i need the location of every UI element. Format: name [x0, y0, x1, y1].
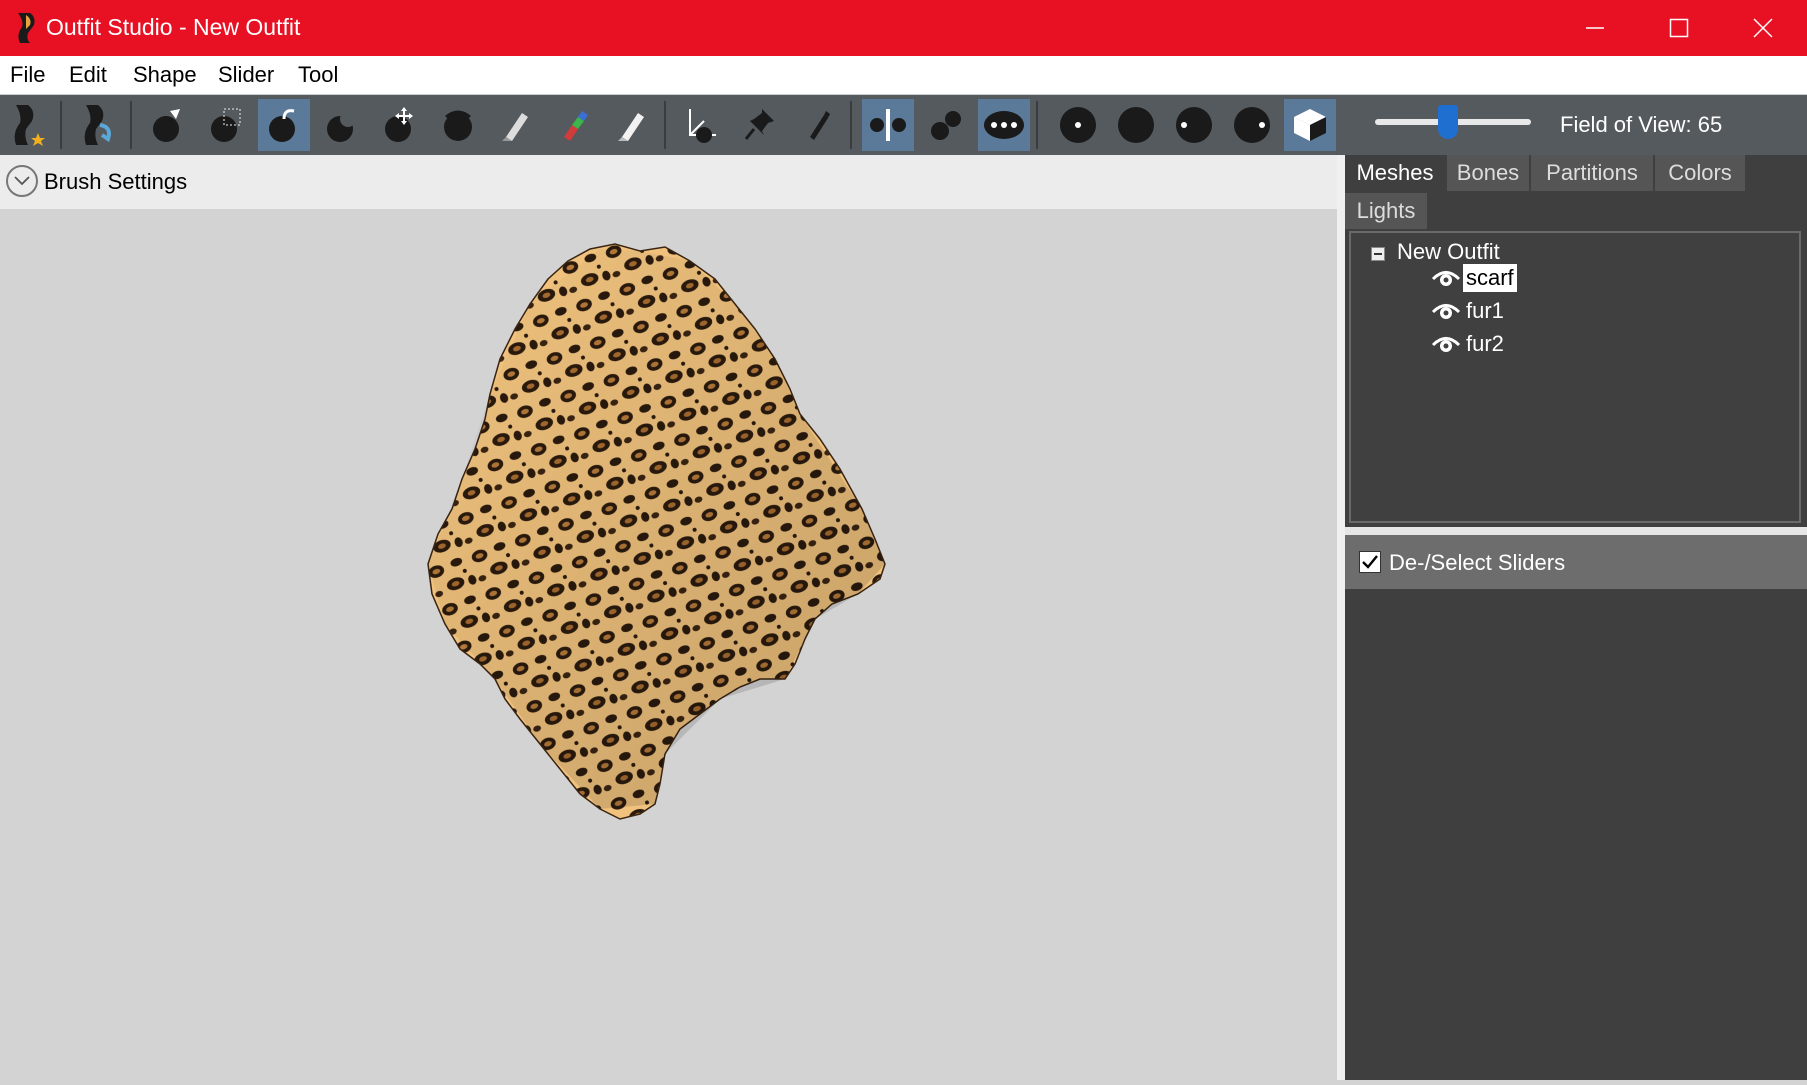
weight-brush-icon [502, 113, 528, 141]
tab-partitions[interactable]: Partitions [1531, 155, 1653, 191]
panel-divider[interactable] [1345, 527, 1807, 535]
connected-only-icon [931, 111, 961, 140]
x-mirror-icon [870, 109, 906, 141]
minimize-icon [1586, 27, 1604, 29]
texture-button[interactable] [1168, 99, 1220, 151]
lighting-button[interactable] [1110, 99, 1162, 151]
transform-icon [689, 109, 716, 143]
x-mirror-button[interactable] [862, 99, 914, 151]
pivot-icon [744, 109, 774, 140]
inflate-brush-button[interactable] [258, 99, 310, 151]
tree-root-new-outfit[interactable]: New Outfit [1397, 239, 1500, 265]
field-of-view-area: Field of View: 65 [1345, 95, 1807, 155]
global-brush-button[interactable] [978, 99, 1030, 151]
right-panel: Meshes Bones Partitions Colors Lights Ne… [1345, 155, 1807, 1080]
menu-slider[interactable]: Slider [218, 62, 274, 88]
wireframe-icon [1060, 107, 1096, 143]
select-brush-button[interactable] [142, 99, 194, 151]
load-project-button[interactable] [72, 99, 124, 151]
texture-icon [1176, 107, 1212, 143]
tree-item-label: scarf [1463, 264, 1517, 292]
minimize-button[interactable] [1553, 0, 1637, 56]
vertex-edit-icon [810, 111, 830, 140]
menu-bar: File Edit Shape Slider Tool [0, 56, 1807, 95]
tab-bones[interactable]: Bones [1447, 155, 1529, 191]
global-brush-icon [984, 111, 1024, 139]
move-brush-icon [385, 107, 413, 142]
menu-shape[interactable]: Shape [133, 62, 197, 88]
new-project-icon [14, 105, 45, 146]
deflate-brush-button[interactable] [316, 99, 368, 151]
deflate-brush-icon [327, 111, 356, 142]
close-button[interactable] [1721, 0, 1805, 56]
visibility-eye-icon[interactable] [1431, 301, 1461, 321]
minus-icon [1374, 253, 1382, 255]
lighting-icon [1118, 107, 1154, 143]
tree-collapse-button[interactable] [1371, 247, 1385, 261]
tree-item-label: fur1 [1466, 298, 1504, 323]
load-project-icon [84, 105, 111, 145]
brush-settings-label: Brush Settings [44, 169, 188, 194]
mask-brush-button[interactable] [200, 99, 252, 151]
maximize-button[interactable] [1637, 0, 1721, 56]
maximize-icon [1669, 18, 1689, 38]
vertex-colors-icon [1234, 107, 1270, 143]
field-of-view-slider-thumb[interactable] [1438, 105, 1458, 139]
color-brush-icon [564, 111, 588, 141]
title-bar: Outfit Studio - New Outfit [0, 0, 1807, 56]
cube-view-icon [1294, 109, 1326, 141]
leopard-scarf-model[interactable] [0, 209, 1337, 1080]
inflate-brush-icon [269, 109, 295, 142]
close-icon [1753, 18, 1773, 38]
mask-brush-icon [211, 108, 241, 142]
tree-item-label: fur2 [1466, 331, 1504, 356]
new-project-button[interactable] [2, 99, 54, 151]
main-toolbar [0, 95, 1345, 155]
weight-brush-button[interactable] [490, 99, 542, 151]
vertex-edit-button[interactable] [792, 99, 844, 151]
color-brush-button[interactable] [548, 99, 600, 151]
select-all-sliders-checkbox[interactable] [1359, 551, 1381, 573]
alpha-brush-icon [618, 113, 644, 141]
chevron-down-icon [14, 176, 30, 186]
smooth-brush-button[interactable] [432, 99, 484, 151]
smooth-brush-icon [444, 110, 472, 141]
vertex-colors-button[interactable] [1226, 99, 1278, 151]
menu-file[interactable]: File [10, 62, 45, 88]
move-brush-button[interactable] [374, 99, 426, 151]
transform-button[interactable] [676, 99, 728, 151]
pivot-button[interactable] [734, 99, 786, 151]
field-of-view-label: Field of View: 65 [1560, 112, 1723, 137]
visibility-eye-icon[interactable] [1431, 334, 1461, 354]
wireframe-button[interactable] [1052, 99, 1104, 151]
tab-colors[interactable]: Colors [1655, 155, 1745, 191]
visibility-eye-icon[interactable] [1431, 268, 1461, 288]
tab-lights[interactable]: Lights [1345, 193, 1427, 229]
menu-edit[interactable]: Edit [69, 62, 107, 88]
slider-list-header: De-/Select Sliders [1345, 535, 1807, 589]
brush-settings-bar: Brush Settings [0, 155, 1337, 209]
cube-view-button[interactable] [1284, 99, 1336, 151]
app-logo-icon [18, 13, 35, 43]
tab-meshes[interactable]: Meshes [1345, 155, 1445, 191]
tree-item-scarf[interactable]: scarf [1431, 263, 1517, 293]
connected-only-button[interactable] [920, 99, 972, 151]
3d-viewport[interactable] [0, 209, 1337, 1080]
brush-settings-toggle[interactable] [6, 165, 38, 197]
select-all-sliders-label[interactable]: De-/Select Sliders [1389, 550, 1565, 576]
select-brush-icon [153, 109, 180, 142]
mesh-tree: New Outfit scarf fur1 fur2 [1349, 231, 1801, 523]
tree-item-fur2[interactable]: fur2 [1431, 329, 1507, 359]
tree-item-fur1[interactable]: fur1 [1431, 296, 1507, 326]
menu-tool[interactable]: Tool [298, 62, 338, 88]
checkmark-icon [1362, 555, 1378, 569]
panel-splitter[interactable] [1337, 155, 1345, 1080]
alpha-brush-button[interactable] [606, 99, 658, 151]
window-title: Outfit Studio - New Outfit [46, 14, 301, 40]
